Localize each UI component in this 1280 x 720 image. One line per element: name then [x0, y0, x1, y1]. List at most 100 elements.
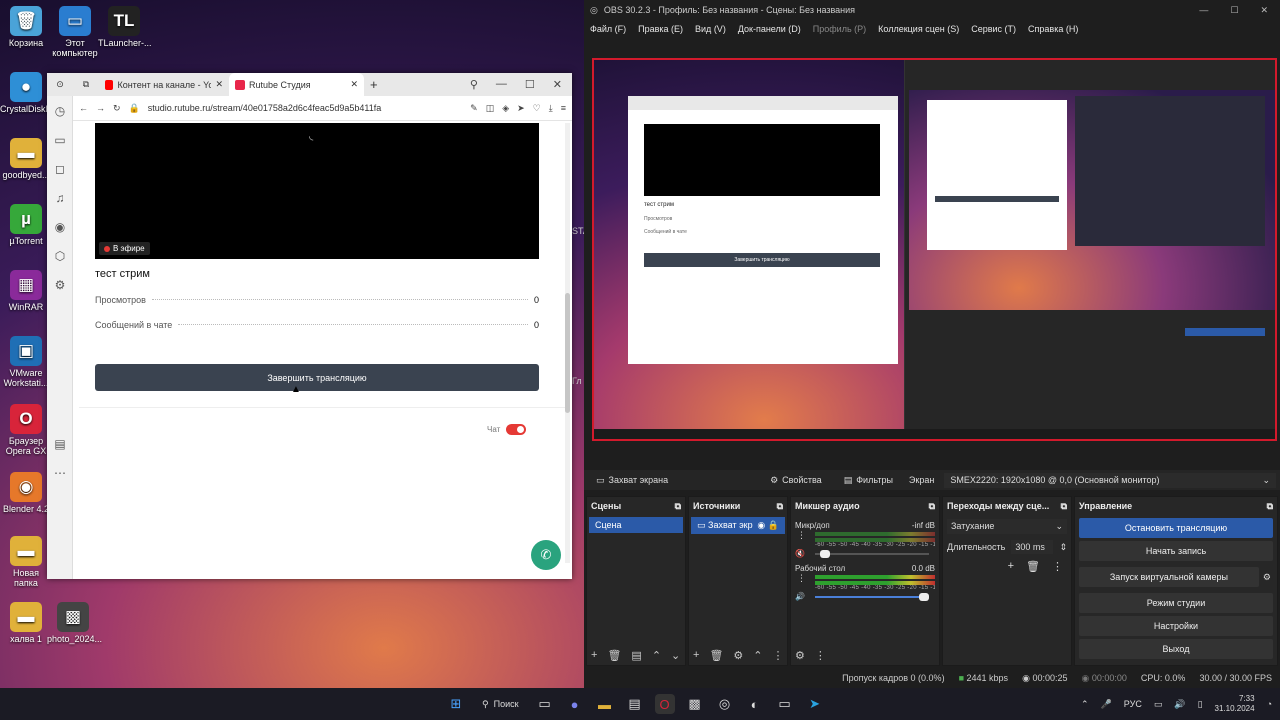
search-tabs-icon[interactable]: ⚲ — [470, 78, 478, 91]
tray-chevron-up-icon[interactable]: ⌃ — [1081, 699, 1089, 710]
clock[interactable]: 7:33 31.10.2024 — [1215, 694, 1255, 715]
menu-item[interactable]: Файл (F) — [590, 24, 626, 34]
menu-item[interactable]: Док-панели (D) — [738, 24, 801, 34]
obs-preview[interactable]: тест стрим Просмотров Сообщений в чате З… — [592, 58, 1277, 441]
telegram-icon[interactable]: ➤ — [805, 694, 825, 714]
new-tab-icon[interactable]: + — [364, 73, 384, 96]
menu-item[interactable]: Профиль (P) — [813, 24, 866, 34]
file-explorer-icon[interactable]: ▬ — [595, 694, 615, 714]
filters-button[interactable]: ▤ Фильтры — [838, 474, 899, 487]
tab-list-icon[interactable]: ⧉ — [73, 73, 99, 96]
settings-button[interactable]: Настройки — [1079, 616, 1273, 636]
heart-icon[interactable]: ♡ — [533, 103, 541, 114]
speaker-icon[interactable]: 🔊 — [795, 592, 805, 601]
camera-icon[interactable]: ◫ — [486, 103, 495, 114]
send-icon[interactable]: ➤ — [517, 103, 525, 114]
add-icon[interactable]: + — [1008, 560, 1014, 573]
undock-icon[interactable]: ⧉ — [929, 501, 935, 512]
close-icon[interactable]: ✕ — [215, 79, 223, 90]
add-icon[interactable]: + — [693, 649, 699, 661]
store-icon[interactable]: ▤ — [625, 694, 645, 714]
virtual-camera-button[interactable]: Запуск виртуальной камеры — [1079, 567, 1259, 587]
page-scrollbar[interactable] — [565, 123, 570, 563]
volume-slider[interactable] — [815, 550, 935, 558]
more-icon[interactable]: ⋯ — [47, 458, 73, 487]
back-icon[interactable]: ← — [79, 103, 88, 113]
maximize-icon[interactable]: ☐ — [525, 78, 535, 91]
desktop-icon[interactable]: ▦ WinRAR — [0, 270, 52, 313]
lock-icon[interactable]: 🔒 — [768, 520, 779, 530]
taskbar-search[interactable]: ⚲ Поиск — [476, 696, 525, 713]
menu-item[interactable]: Справка (H) — [1028, 24, 1078, 34]
battery-icon[interactable]: ▯ — [1198, 699, 1203, 710]
network-icon[interactable]: ▭ — [1154, 699, 1163, 710]
close-window-icon[interactable]: ✕ — [1260, 5, 1268, 16]
menu-item[interactable]: Коллекция сцен (S) — [878, 24, 959, 34]
bookmark-icon[interactable]: ▭ — [47, 125, 73, 154]
filter-icon[interactable]: ▤ — [631, 649, 641, 662]
gear-icon[interactable]: ⚙ — [1263, 572, 1277, 583]
monitor-select[interactable]: SMEX2220: 1920x1080 @ 0,0 (Основной мони… — [944, 472, 1276, 488]
chevron-down-icon[interactable]: ⌄ — [671, 649, 680, 662]
download-icon[interactable]: ⤓ — [549, 103, 553, 114]
messenger-icon[interactable]: ◻ — [47, 154, 73, 183]
desktop-icon[interactable]: TL TLauncher-... — [98, 6, 152, 49]
desktop-icon[interactable]: ▣ VMware Workstati... — [0, 336, 52, 389]
stream-video-preview[interactable]: ◟ В эфире — [95, 123, 539, 259]
maximize-icon[interactable]: ☐ — [1230, 5, 1238, 16]
task-view-icon[interactable]: ▭ — [535, 694, 555, 714]
desktop-icon[interactable]: ▩ photo_2024... — [47, 602, 102, 645]
minimize-icon[interactable]: — — [1199, 5, 1208, 16]
obs-taskbar-icon[interactable]: ◎ — [715, 694, 735, 714]
history-icon[interactable]: ◷ — [47, 96, 73, 125]
transition-select[interactable]: Затухание ⌄ — [947, 519, 1067, 534]
music-icon[interactable]: ♫ — [47, 183, 73, 212]
undock-icon[interactable]: ⧉ — [1061, 501, 1067, 512]
forward-icon[interactable]: → — [96, 103, 105, 113]
panels-icon[interactable]: ▤ — [47, 429, 73, 458]
url-field[interactable]: studio.rutube.ru/stream/40e01758a2d6c4fe… — [148, 103, 462, 113]
menu-icon[interactable]: ≡ — [561, 103, 566, 113]
chevron-up-icon[interactable]: ⌃ — [753, 649, 762, 662]
chevron-up-icon[interactable]: ⌃ — [652, 649, 661, 662]
more-icon[interactable]: ⋮ — [773, 649, 784, 662]
shield-icon[interactable]: ◈ — [502, 103, 509, 114]
volume-slider[interactable] — [815, 593, 935, 601]
desktop-icon[interactable]: ▭ Этот компьютер — [49, 6, 101, 59]
exit-button[interactable]: Выход — [1079, 639, 1273, 659]
edit-icon[interactable]: ✎ — [470, 103, 478, 114]
notifications-icon[interactable]: ◔ — [1267, 699, 1272, 709]
stepper-icon[interactable]: ⇕ — [1059, 542, 1067, 553]
start-recording-button[interactable]: Начать запись — [1079, 541, 1273, 561]
microphone-icon[interactable]: 🎤 — [1101, 699, 1112, 710]
notepad-icon[interactable]: ▭ — [775, 694, 795, 714]
end-stream-button[interactable]: Завершить трансляцию — [95, 364, 539, 391]
add-icon[interactable]: + — [591, 649, 597, 661]
source-selector[interactable]: ▭ Захват экрана — [590, 474, 674, 487]
chat-app-icon[interactable]: ● — [565, 694, 585, 714]
language-indicator[interactable]: РУС — [1124, 699, 1142, 709]
tab-youtube[interactable]: Контент на канале - YouTu ✕ — [99, 73, 229, 96]
photos-icon[interactable]: ▩ — [685, 694, 705, 714]
menu-item[interactable]: Сервис (T) — [971, 24, 1016, 34]
stop-streaming-button[interactable]: Остановить трансляцию — [1079, 518, 1273, 538]
tab-rutube-studio[interactable]: Rutube Студия ✕ — [229, 73, 364, 96]
reload-icon[interactable]: ↻ — [113, 103, 121, 114]
opera-gx-icon[interactable]: O — [654, 694, 675, 714]
desktop-icon[interactable]: ◉ Blender 4.2 — [0, 472, 52, 515]
source-item[interactable]: ▭ Захват экр ◉ 🔒 — [691, 517, 785, 534]
more-icon[interactable]: ⋮ — [1052, 560, 1063, 573]
desktop-icon[interactable]: O Браузер Opera GX — [0, 404, 52, 457]
channel-menu-icon[interactable]: ⋮ — [797, 573, 806, 584]
desktop-icon[interactable]: ▬ goodbyed... — [0, 138, 52, 181]
muted-speaker-icon[interactable]: 🔇 — [795, 549, 805, 558]
browser-logo-icon[interactable]: ⊙ — [47, 73, 73, 96]
desktop-icon[interactable]: ● CrystalDiskI... — [0, 72, 56, 115]
steam-icon[interactable]: ◐ — [745, 694, 765, 714]
channel-menu-icon[interactable]: ⋮ — [797, 530, 806, 541]
undock-icon[interactable]: ⧉ — [777, 501, 783, 512]
trash-icon[interactable]: 🗑 — [1026, 560, 1040, 573]
mixer-settings-icon[interactable]: ⚙ — [795, 649, 805, 662]
gear-icon[interactable]: ⚙ — [733, 649, 743, 662]
trash-icon[interactable]: 🗑 — [709, 649, 723, 662]
